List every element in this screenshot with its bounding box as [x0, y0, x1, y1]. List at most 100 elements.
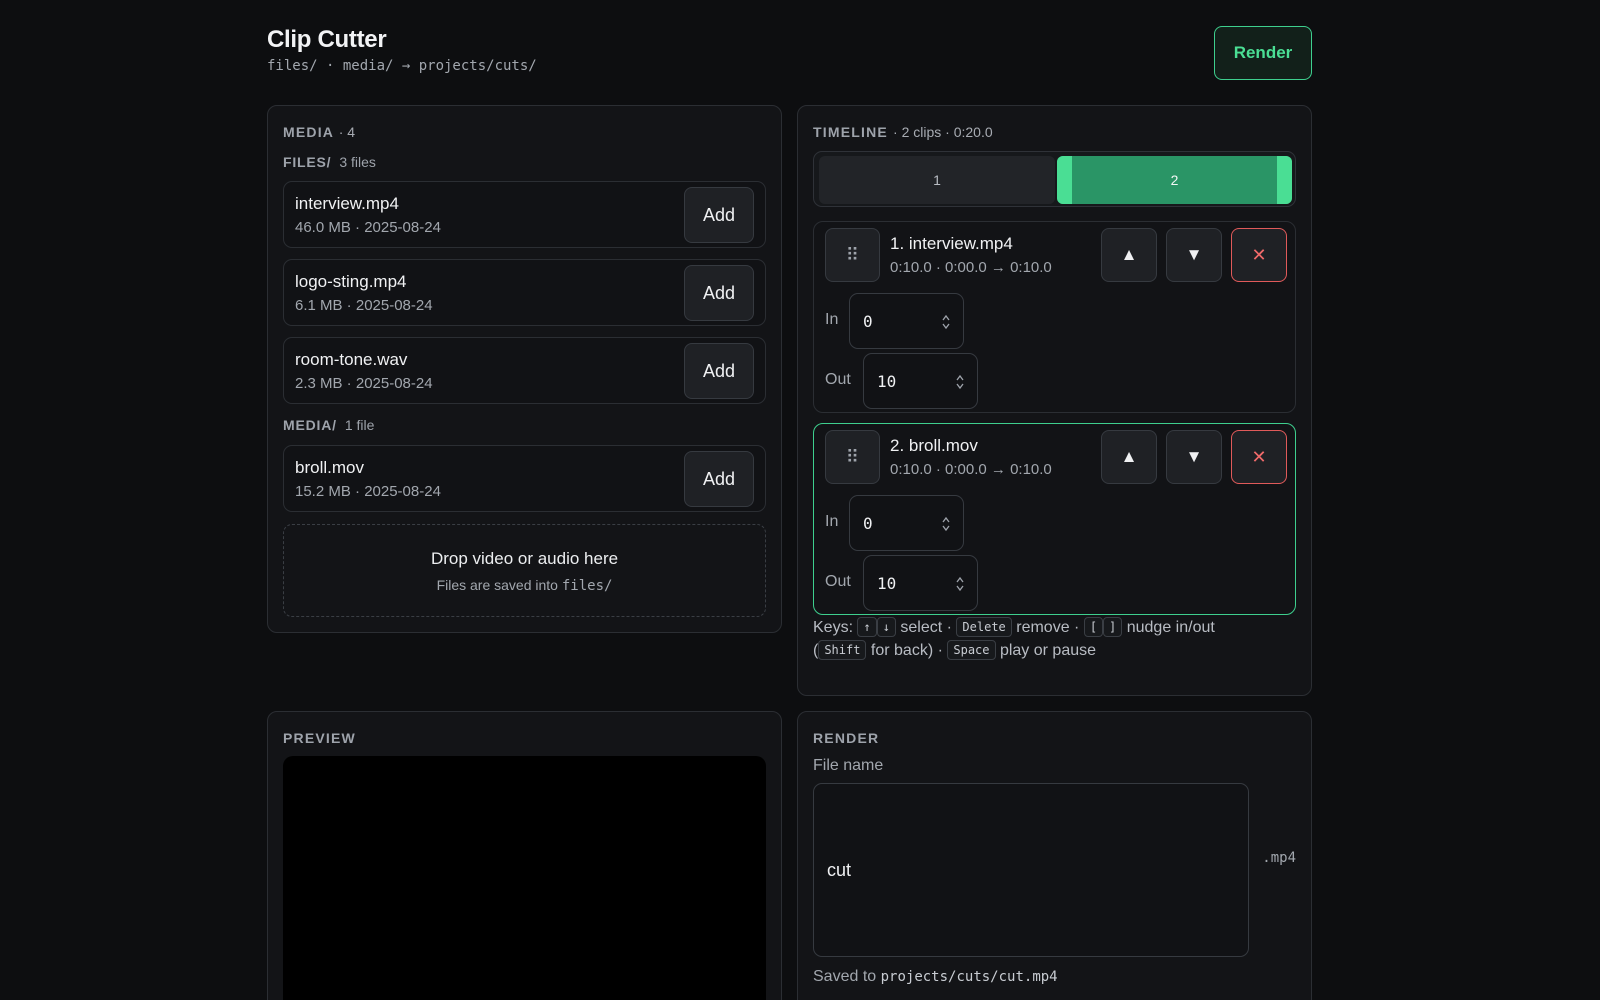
- file-name: room-tone.wav: [295, 350, 408, 369]
- saved-path-value: projects/cuts/cut.mp4: [880, 969, 1058, 985]
- out-point-input[interactable]: 10: [863, 555, 978, 611]
- render-label: RENDER: [813, 730, 880, 746]
- timeline-meta: · 2 clips · 0:20.0: [893, 124, 993, 140]
- render-panel: RENDER File name cut .mp4 Saved to proje…: [797, 711, 1312, 1000]
- file-name: logo-sting.mp4: [295, 272, 407, 291]
- segment-label: 2: [1170, 172, 1179, 188]
- keys-back-text: for back) ·: [870, 642, 943, 659]
- keys-prefix: Keys:: [813, 619, 854, 636]
- trim-handle-right[interactable]: [1277, 156, 1292, 204]
- key-up: ↑: [857, 617, 877, 637]
- folder-count: 3 files: [339, 154, 376, 170]
- file-name-label: File name: [813, 757, 884, 774]
- stepper-icon[interactable]: [941, 312, 951, 332]
- key-space: Space: [947, 640, 996, 660]
- move-down-button[interactable]: ▼: [1166, 228, 1222, 282]
- drag-handle-icon[interactable]: ⠿: [825, 228, 880, 282]
- timeline-section-label: TIMELINE · 2 clips · 0:20.0: [813, 124, 993, 140]
- file-extension: .mp4: [1262, 850, 1296, 866]
- stepper-icon[interactable]: [955, 574, 965, 594]
- clip-meta: 0:10.0 · 0:00.0 → 0:10.0: [890, 259, 1052, 276]
- out-point-input[interactable]: 10: [863, 353, 978, 409]
- in-point-input[interactable]: 0: [849, 495, 964, 551]
- dropzone-title: Drop video or audio here: [430, 549, 619, 568]
- file-card-logo-sting: logo-sting.mp4 6.1 MB · 2025-08-24 Add: [283, 259, 766, 326]
- folder-name: FILES/: [283, 154, 332, 170]
- file-meta: 2.3 MB · 2025-08-24: [295, 375, 433, 392]
- add-button[interactable]: Add: [684, 451, 754, 507]
- add-button[interactable]: Add: [684, 265, 754, 321]
- move-up-button[interactable]: ▲: [1101, 430, 1157, 484]
- key-delete: Delete: [956, 617, 1012, 637]
- folder-label-media: MEDIA/1 file: [283, 417, 374, 433]
- clip-meta: 0:10.0 · 0:00.0 → 0:10.0: [890, 461, 1052, 478]
- segment-label: 1: [933, 172, 941, 188]
- dropzone[interactable]: Drop video or audio here Files are saved…: [283, 524, 766, 617]
- out-label: Out: [825, 371, 851, 388]
- out-point-value: 10: [877, 371, 897, 391]
- timeline-segment-1[interactable]: 1: [819, 156, 1055, 204]
- add-button[interactable]: Add: [684, 343, 754, 399]
- timeline-track: 1 2: [813, 151, 1296, 207]
- stepper-icon[interactable]: [955, 372, 965, 392]
- keyboard-shortcuts-hint: Keys: ↑ ↓ select · Delete remove · [] nud…: [813, 616, 1293, 662]
- media-panel: MEDIA · 4 FILES/3 files interview.mp4 46…: [267, 105, 782, 633]
- move-down-button[interactable]: ▼: [1166, 430, 1222, 484]
- folder-name: MEDIA/: [283, 417, 337, 433]
- saved-path: Saved to projects/cuts/cut.mp4: [813, 968, 1058, 986]
- move-up-button[interactable]: ▲: [1101, 228, 1157, 282]
- video-preview[interactable]: [283, 756, 766, 1000]
- folder-label-files: FILES/3 files: [283, 154, 376, 170]
- key-bracket-left: [: [1083, 617, 1104, 637]
- keys-nudge-text: nudge in/out: [1126, 619, 1215, 636]
- preview-panel: PREVIEW: [267, 711, 782, 1000]
- file-card-broll: broll.mov 15.2 MB · 2025-08-24 Add: [283, 445, 766, 512]
- clip-title: 2. broll.mov: [890, 436, 978, 455]
- timeline-label: TIMELINE: [813, 124, 888, 140]
- clip-card-2[interactable]: ⠿ 2. broll.mov 0:10.0 · 0:00.0 → 0:10.0 …: [813, 423, 1296, 615]
- drag-handle-icon[interactable]: ⠿: [825, 430, 880, 484]
- breadcrumb: files/ · media/ → projects/cuts/: [267, 58, 537, 74]
- file-card-room-tone: room-tone.wav 2.3 MB · 2025-08-24 Add: [283, 337, 766, 404]
- preview-label: PREVIEW: [283, 730, 356, 746]
- saved-prefix: Saved to: [813, 968, 877, 985]
- dropzone-subtitle: Files are saved into files/: [284, 577, 765, 594]
- file-card-interview: interview.mp4 46.0 MB · 2025-08-24 Add: [283, 181, 766, 248]
- file-name-input[interactable]: cut: [813, 783, 1249, 957]
- stepper-icon[interactable]: [941, 514, 951, 534]
- app-header: Clip Cutter files/ · media/ → projects/c…: [267, 26, 1312, 82]
- keys-select-text: select ·: [900, 619, 952, 636]
- file-meta: 6.1 MB · 2025-08-24: [295, 297, 433, 314]
- in-label: In: [825, 311, 839, 328]
- key-shift: Shift: [818, 640, 867, 660]
- dropzone-subtitle-text: Files are saved into: [436, 577, 562, 593]
- clip-card-1[interactable]: ⠿ 1. interview.mp4 0:10.0 · 0:00.0 → 0:1…: [813, 221, 1296, 413]
- timeline-segment-2[interactable]: 2: [1057, 156, 1292, 204]
- app-title: Clip Cutter: [267, 26, 387, 53]
- key-bracket-right: ]: [1103, 617, 1123, 637]
- dropzone-path: files/: [561, 578, 613, 594]
- in-point-value: 0: [863, 513, 873, 533]
- in-point-value: 0: [863, 311, 873, 331]
- add-button[interactable]: Add: [684, 187, 754, 243]
- file-name-value: cut: [827, 859, 852, 880]
- media-count: · 4: [338, 124, 356, 140]
- file-name: interview.mp4: [295, 194, 399, 213]
- key-down: ↓: [876, 617, 896, 637]
- remove-clip-button[interactable]: ✕: [1231, 228, 1287, 282]
- timeline-panel: TIMELINE · 2 clips · 0:20.0 1 2 ⠿ 1. int…: [797, 105, 1312, 696]
- remove-clip-button[interactable]: ✕: [1231, 430, 1287, 484]
- file-meta: 46.0 MB · 2025-08-24: [295, 219, 441, 236]
- keys-remove-text: remove ·: [1016, 619, 1080, 636]
- out-label: Out: [825, 573, 851, 590]
- folder-count: 1 file: [344, 417, 375, 433]
- in-label: In: [825, 513, 839, 530]
- render-button[interactable]: Render: [1214, 26, 1312, 80]
- keys-play-text: play or pause: [999, 642, 1097, 659]
- file-name: broll.mov: [295, 458, 364, 477]
- out-point-value: 10: [877, 573, 897, 593]
- in-point-input[interactable]: 0: [849, 293, 964, 349]
- trim-handle-left[interactable]: [1057, 156, 1072, 204]
- media-label: MEDIA: [283, 124, 334, 140]
- clip-title: 1. interview.mp4: [890, 234, 1013, 253]
